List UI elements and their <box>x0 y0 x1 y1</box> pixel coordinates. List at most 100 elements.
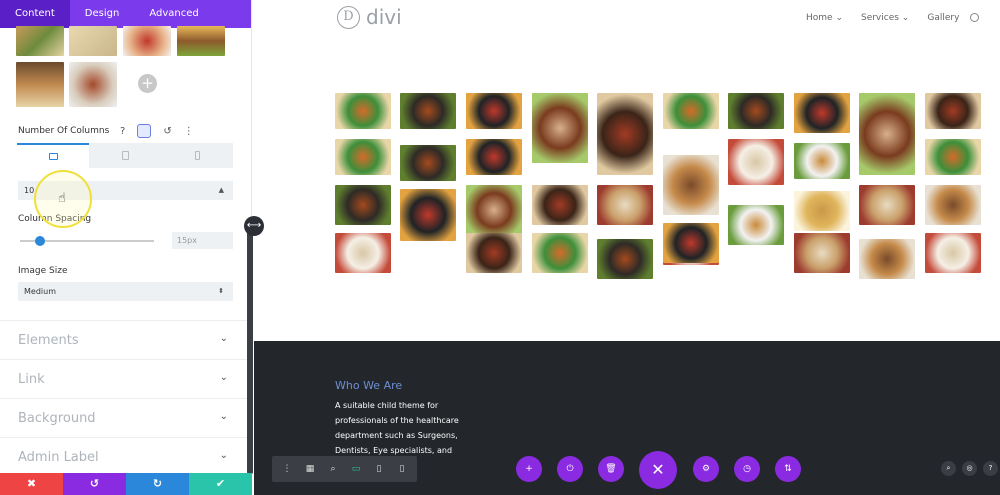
columns-value: 10 <box>24 186 35 195</box>
tab-content[interactable]: Content <box>0 0 70 28</box>
more-icon[interactable]: ⋮ <box>184 126 194 137</box>
gallery-image[interactable] <box>466 139 522 175</box>
gallery-image[interactable] <box>532 233 588 273</box>
settings-gear-icon[interactable]: ⚙ <box>693 456 719 482</box>
section-label: Background <box>18 411 96 426</box>
reset-icon[interactable]: ↺ <box>163 126 171 137</box>
gallery-image[interactable] <box>597 93 653 175</box>
tab-advanced[interactable]: Advanced <box>134 0 213 28</box>
gallery-image[interactable] <box>466 93 522 129</box>
delete-icon[interactable]: 🗑 <box>598 456 624 482</box>
undo-button[interactable]: ↺ <box>63 473 126 495</box>
thumbnail[interactable] <box>16 62 64 107</box>
history-icon[interactable]: ◷ <box>734 456 760 482</box>
desktop-tab[interactable] <box>17 143 89 168</box>
panel-tabs: Content Design Advanced <box>0 0 251 28</box>
thumbnail[interactable] <box>69 62 117 107</box>
wireframe-icon[interactable]: ▦ <box>303 464 317 474</box>
check-icon: ✔ <box>215 477 226 490</box>
gallery-image[interactable] <box>728 93 784 129</box>
select-arrow-icon: ⬍ <box>218 287 224 295</box>
gallery-image[interactable] <box>597 239 653 279</box>
gallery-image[interactable] <box>794 233 850 273</box>
menu-dots-icon[interactable]: ⋮ <box>280 464 294 474</box>
gallery-image[interactable] <box>400 189 456 241</box>
tab-design[interactable]: Design <box>70 0 135 28</box>
responsive-icon[interactable] <box>137 124 152 138</box>
search-icon[interactable] <box>970 13 979 22</box>
gallery-image[interactable] <box>859 185 915 225</box>
gallery-image[interactable] <box>925 233 981 273</box>
pointer-hand-icon: ☝ <box>58 191 66 206</box>
gallery-image[interactable] <box>400 145 456 181</box>
panel-footer: ✖ ↺ ↻ ✔ <box>0 473 252 495</box>
gallery-image[interactable] <box>466 185 522 235</box>
save-button[interactable]: ✔ <box>189 473 252 495</box>
zoom-icon[interactable]: ⌕ <box>326 464 340 474</box>
gallery-image[interactable] <box>532 93 588 163</box>
gallery-image[interactable] <box>335 139 391 175</box>
close-builder-button[interactable]: ✕ <box>639 451 677 489</box>
phone-tab[interactable] <box>161 143 233 168</box>
thumbnail[interactable] <box>123 26 171 56</box>
nav-home[interactable]: Home ⌄ <box>806 13 843 23</box>
layers-icon[interactable]: ◎ <box>962 461 977 476</box>
sort-icon[interactable]: ⇅ <box>775 456 801 482</box>
gallery-image[interactable] <box>794 93 850 133</box>
panel-scrollbar[interactable] <box>247 220 253 475</box>
gallery-image[interactable] <box>400 93 456 129</box>
gallery-image[interactable] <box>532 185 588 225</box>
gallery-image[interactable] <box>859 93 915 175</box>
gallery-image[interactable] <box>335 233 391 273</box>
section-background[interactable]: Background ⌄ <box>0 398 250 437</box>
section-admin-label[interactable]: Admin Label ⌄ <box>0 437 250 476</box>
gallery-image[interactable] <box>925 185 981 225</box>
spacing-input[interactable]: 15px <box>172 232 233 249</box>
gallery-image[interactable] <box>335 93 391 129</box>
tablet-tab[interactable] <box>89 143 161 168</box>
power-icon[interactable]: ⏻ <box>557 456 583 482</box>
gallery-image[interactable] <box>728 205 784 245</box>
columns-label: Number Of Columns <box>18 126 110 136</box>
thumbnail[interactable] <box>16 26 64 56</box>
phone-icon <box>194 151 200 160</box>
close-button[interactable]: ✖ <box>0 473 63 495</box>
nav-gallery[interactable]: Gallery <box>927 13 959 23</box>
undo-icon: ↺ <box>89 477 100 490</box>
nav-services[interactable]: Services ⌄ <box>861 13 909 23</box>
chevron-down-icon: ⌄ <box>219 333 228 344</box>
gallery-image[interactable] <box>597 185 653 225</box>
help-icon[interactable]: ? <box>120 126 125 137</box>
gallery-image[interactable] <box>859 239 915 279</box>
gallery-image[interactable] <box>335 185 391 225</box>
gallery-image[interactable] <box>663 93 719 129</box>
section-link[interactable]: Link ⌄ <box>0 359 250 398</box>
image-size-value: Medium <box>24 287 56 296</box>
site-logo[interactable]: D divi <box>337 5 402 29</box>
gallery-image[interactable] <box>466 233 522 273</box>
resize-handle-icon[interactable]: ⟷ <box>244 216 264 236</box>
search-icon[interactable]: ⌕ <box>941 461 956 476</box>
gallery-image[interactable] <box>794 143 850 179</box>
desktop-view-icon[interactable]: ▭ <box>349 464 363 474</box>
image-size-label: Image Size <box>18 266 68 276</box>
gallery-image[interactable] <box>728 139 784 185</box>
image-size-select[interactable]: Medium ⬍ <box>18 282 233 301</box>
section-elements[interactable]: Elements ⌄ <box>0 320 250 359</box>
phone-view-icon[interactable]: ▯ <box>395 464 409 474</box>
spacing-slider-handle[interactable] <box>35 236 46 246</box>
gallery-image[interactable] <box>663 155 719 215</box>
gallery-image[interactable] <box>663 223 719 263</box>
gallery-thumbnails: + <box>0 26 251 113</box>
redo-button[interactable]: ↻ <box>126 473 189 495</box>
section-heading: Who We Are <box>335 379 403 392</box>
thumbnail[interactable] <box>177 26 225 56</box>
gallery-image[interactable] <box>925 139 981 175</box>
help-icon[interactable]: ? <box>983 461 998 476</box>
tablet-view-icon[interactable]: ▯ <box>372 464 386 474</box>
thumbnail[interactable] <box>69 26 117 56</box>
add-module-button[interactable]: + <box>516 456 542 482</box>
add-image-button[interactable]: + <box>138 74 157 93</box>
gallery-image[interactable] <box>794 191 850 231</box>
gallery-image[interactable] <box>925 93 981 129</box>
